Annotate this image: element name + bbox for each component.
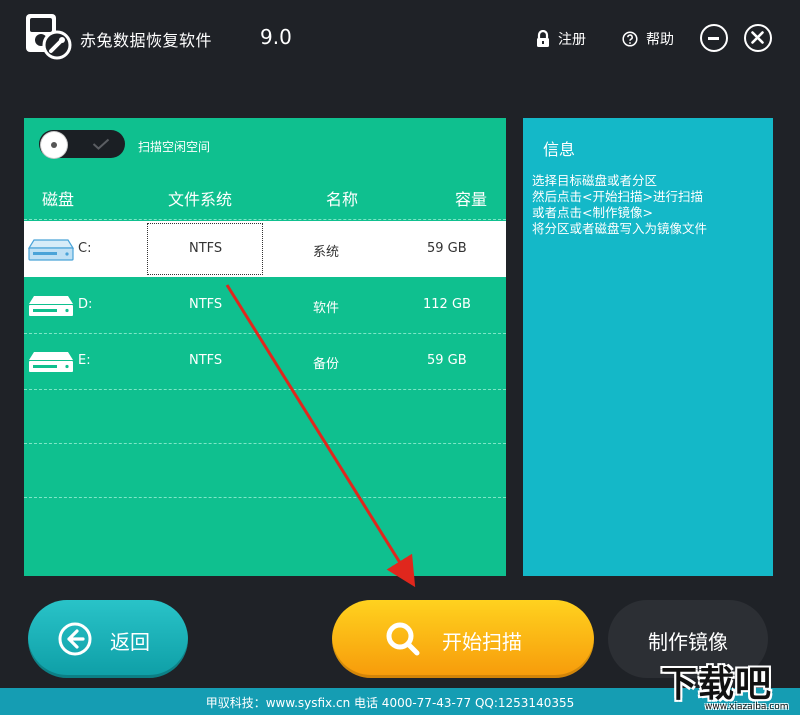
- app-version: 9.0: [260, 25, 292, 49]
- minimize-icon[interactable]: [700, 24, 728, 52]
- info-title: 信息: [543, 140, 576, 159]
- row-divider: [24, 389, 506, 390]
- help-label: 帮助: [646, 32, 674, 48]
- disk-row-e[interactable]: E: NTFS 备份 59 GB: [24, 333, 506, 389]
- start-scan-button[interactable]: 开始扫描: [332, 600, 594, 678]
- info-line: 选择目标磁盘或者分区: [532, 173, 658, 188]
- info-line: 或者点击<制作镜像>: [532, 205, 653, 220]
- info-line: 然后点击<开始扫描>进行扫描: [532, 189, 703, 204]
- drive-letter: C:: [78, 241, 92, 256]
- row-divider: [24, 497, 506, 498]
- watermark-logo: 下载吧: [661, 664, 773, 705]
- disk-row-c[interactable]: C: NTFS 系统 59 GB: [24, 221, 506, 277]
- info-line: 将分区或者磁盘写入为镜像文件: [532, 221, 708, 236]
- filesystem: NTFS: [189, 353, 223, 368]
- back-button[interactable]: 返回: [28, 600, 188, 678]
- lock-icon: [537, 30, 549, 47]
- hard-drive-icon: [29, 296, 73, 316]
- disk-table-header: 磁盘 文件系统 名称 容量: [24, 180, 506, 220]
- arrow-left-circle-icon: [58, 622, 92, 656]
- disk-row-d[interactable]: D: NTFS 软件 112 GB: [24, 277, 506, 333]
- register-label: 注册: [558, 32, 586, 48]
- capacity: 59 GB: [427, 241, 467, 256]
- hard-drive-icon: [29, 352, 73, 372]
- watermark-url: www.xiazaiba.com: [705, 702, 789, 712]
- filesystem: NTFS: [189, 297, 223, 312]
- info-panel: 信息 选择目标磁盘或者分区 然后点击<开始扫描>进行扫描 或者点击<制作镜像> …: [523, 118, 773, 576]
- back-label: 返回: [110, 630, 150, 654]
- row-divider: [24, 443, 506, 444]
- volume-name: 备份: [313, 357, 340, 372]
- app-logo-icon: [24, 12, 72, 60]
- filesystem: NTFS: [189, 241, 223, 256]
- drive-letter: D:: [78, 297, 93, 312]
- app-title: 赤兔数据恢复软件: [80, 31, 213, 50]
- disk-panel: 扫描空闲空间 磁盘 文件系统 名称 容量 C: NTFS 系统 59 GB D:…: [24, 118, 506, 576]
- drive-letter: E:: [78, 353, 91, 368]
- header-disk: 磁盘: [42, 190, 75, 209]
- volume-name: 系统: [313, 245, 340, 260]
- header-divider: [24, 219, 506, 220]
- register-button[interactable]: 注册: [536, 29, 586, 49]
- site-watermark: 下载吧 www.xiazaiba.com: [655, 655, 795, 713]
- info-text: 选择目标磁盘或者分区 然后点击<开始扫描>进行扫描 或者点击<制作镜像> 将分区…: [532, 173, 707, 237]
- check-icon: [92, 138, 110, 150]
- scan-free-space-label: 扫描空闲空间: [138, 140, 211, 154]
- capacity: 112 GB: [423, 297, 471, 312]
- title-bar: 赤兔数据恢复软件 9.0 注册 帮助: [0, 0, 800, 78]
- help-button[interactable]: 帮助: [622, 29, 674, 49]
- scan-free-space-toggle[interactable]: [39, 130, 125, 158]
- header-capacity: 容量: [455, 190, 488, 209]
- header-name: 名称: [326, 190, 359, 209]
- capacity: 59 GB: [427, 353, 467, 368]
- start-scan-label: 开始扫描: [442, 630, 522, 654]
- volume-name: 软件: [313, 301, 340, 316]
- question-circle-icon: [622, 31, 638, 47]
- header-filesystem: 文件系统: [168, 190, 233, 209]
- make-image-label: 制作镜像: [648, 630, 728, 654]
- hard-drive-icon: [28, 239, 74, 261]
- search-icon: [386, 622, 420, 656]
- close-icon[interactable]: [744, 24, 772, 52]
- toggle-knob: [41, 132, 67, 158]
